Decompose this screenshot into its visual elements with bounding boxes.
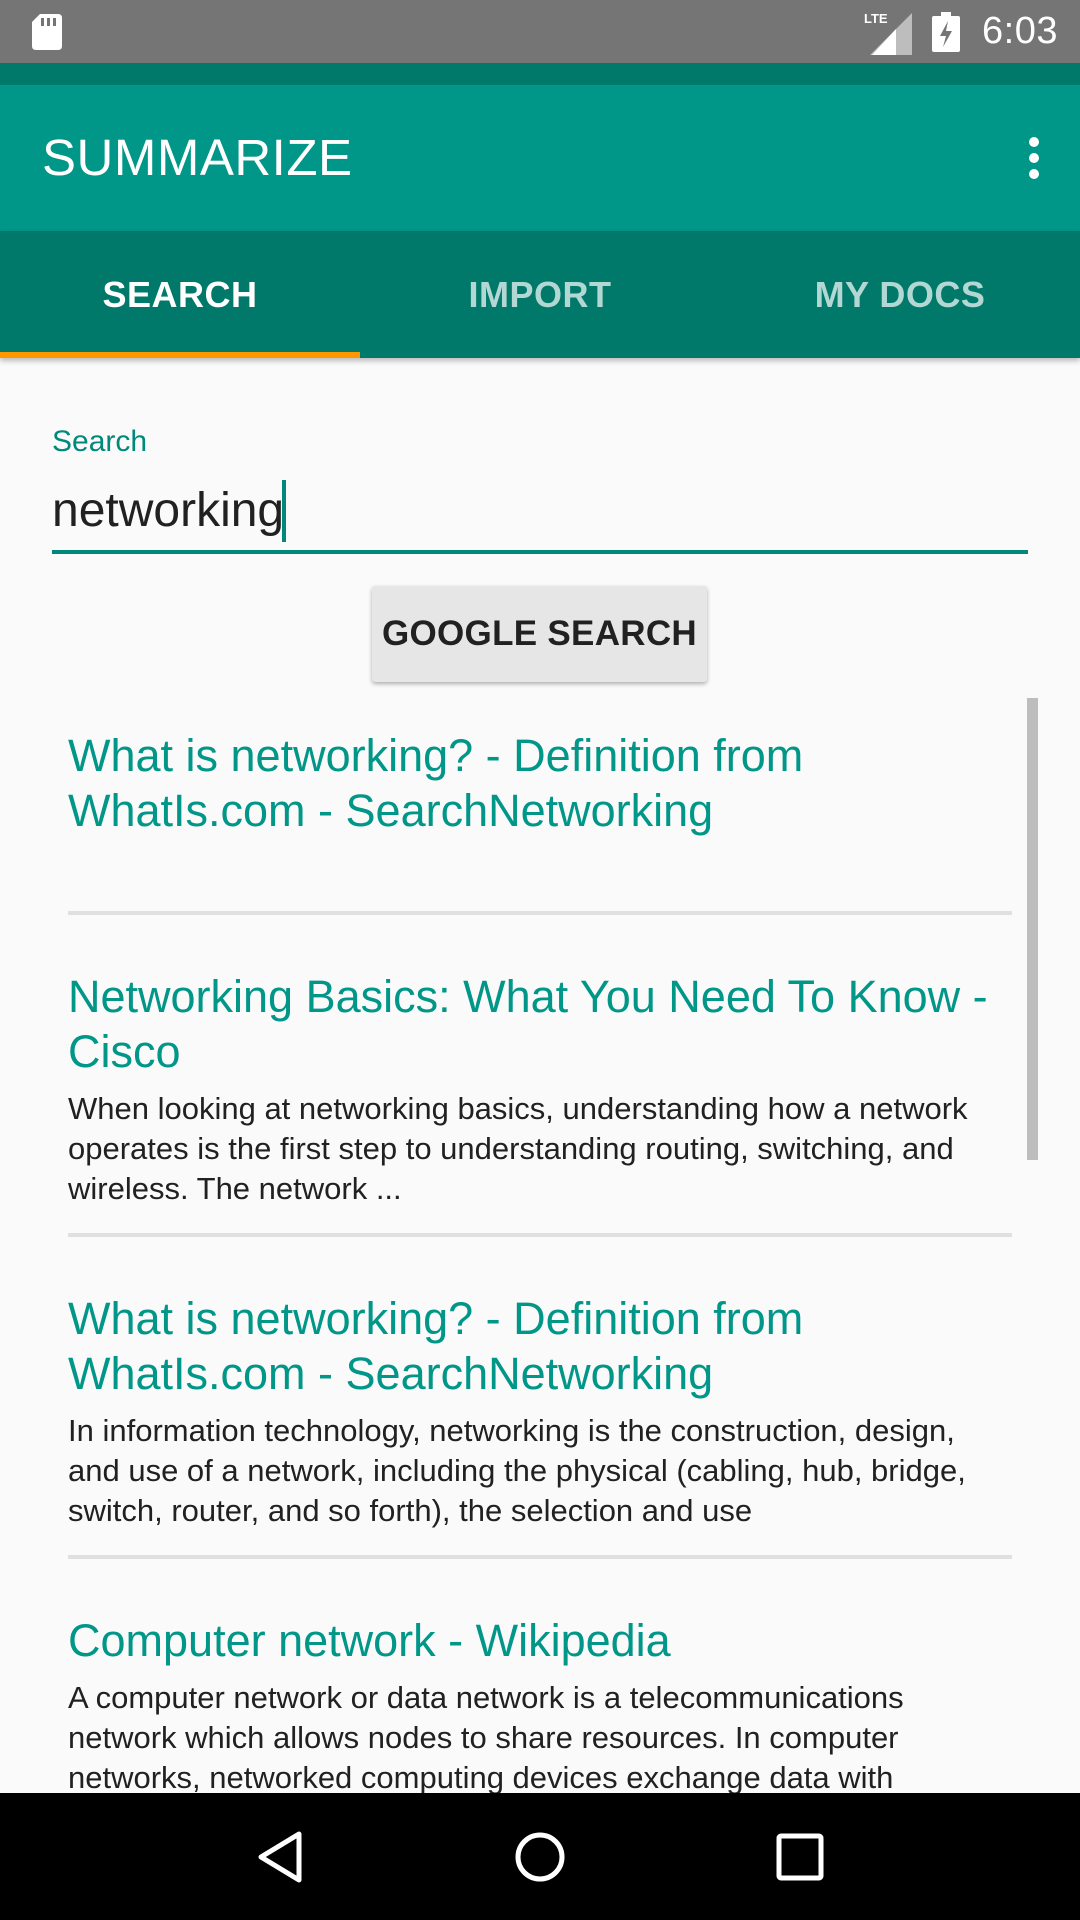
result-snippet: In information technology, networking is… xyxy=(68,1413,966,1528)
screen: LTE 6:03 SUMMARIZE SEARCH IMPORT MY DOCS… xyxy=(0,0,1080,1920)
status-bar: LTE 6:03 xyxy=(0,0,1080,63)
home-icon[interactable] xyxy=(500,1817,580,1897)
tab-search-label: SEARCH xyxy=(102,273,258,315)
tab-my-docs[interactable]: MY DOCS xyxy=(720,231,1080,358)
navigation-bar xyxy=(0,1793,1080,1920)
svg-text:LTE: LTE xyxy=(864,11,888,26)
sd-card-icon xyxy=(32,14,62,50)
tab-my-docs-label: MY DOCS xyxy=(814,273,986,315)
result-item[interactable]: Computer network - Wikipedia A computer … xyxy=(68,1559,1012,1793)
result-item[interactable]: Networking Basics: What You Need To Know… xyxy=(68,915,1012,1237)
result-item[interactable]: What is networking? - Definition from Wh… xyxy=(68,1237,1012,1559)
battery-charging-icon xyxy=(932,11,961,52)
app-title: SUMMARIZE xyxy=(42,129,353,186)
lte-signal-icon: LTE xyxy=(864,11,913,55)
text-cursor xyxy=(282,480,286,542)
search-input[interactable] xyxy=(52,470,1028,554)
search-label: Search xyxy=(52,425,148,458)
tab-bar: SEARCH IMPORT MY DOCS xyxy=(0,231,1080,358)
back-icon[interactable] xyxy=(240,1817,320,1897)
app-bar-strip xyxy=(0,63,1080,85)
result-title[interactable]: What is networking? - Definition from Wh… xyxy=(68,728,1012,838)
more-vert-icon[interactable] xyxy=(1006,130,1062,186)
result-item[interactable]: What is networking? - Definition from Wh… xyxy=(68,700,1012,915)
result-snippet: A computer network or data network is a … xyxy=(68,1680,904,1793)
result-title[interactable]: What is networking? - Definition from Wh… xyxy=(68,1291,1012,1401)
google-search-button[interactable]: GOOGLE SEARCH xyxy=(372,586,707,682)
result-title[interactable]: Computer network - Wikipedia xyxy=(68,1613,1012,1668)
recents-icon[interactable] xyxy=(760,1817,840,1897)
tab-import[interactable]: IMPORT xyxy=(360,231,720,358)
scrollbar[interactable] xyxy=(1027,698,1038,1160)
result-title[interactable]: Networking Basics: What You Need To Know… xyxy=(68,969,1012,1079)
clock: 6:03 xyxy=(982,10,1058,52)
result-snippet: When looking at networking basics, under… xyxy=(68,1091,968,1206)
status-icons: LTE 6:03 xyxy=(864,0,1058,63)
app-bar: SUMMARIZE xyxy=(0,85,1080,231)
tab-indicator xyxy=(0,352,360,358)
results-list[interactable]: What is networking? - Definition from Wh… xyxy=(68,700,1012,1793)
tab-import-label: IMPORT xyxy=(468,273,612,315)
tab-search[interactable]: SEARCH xyxy=(0,231,360,358)
